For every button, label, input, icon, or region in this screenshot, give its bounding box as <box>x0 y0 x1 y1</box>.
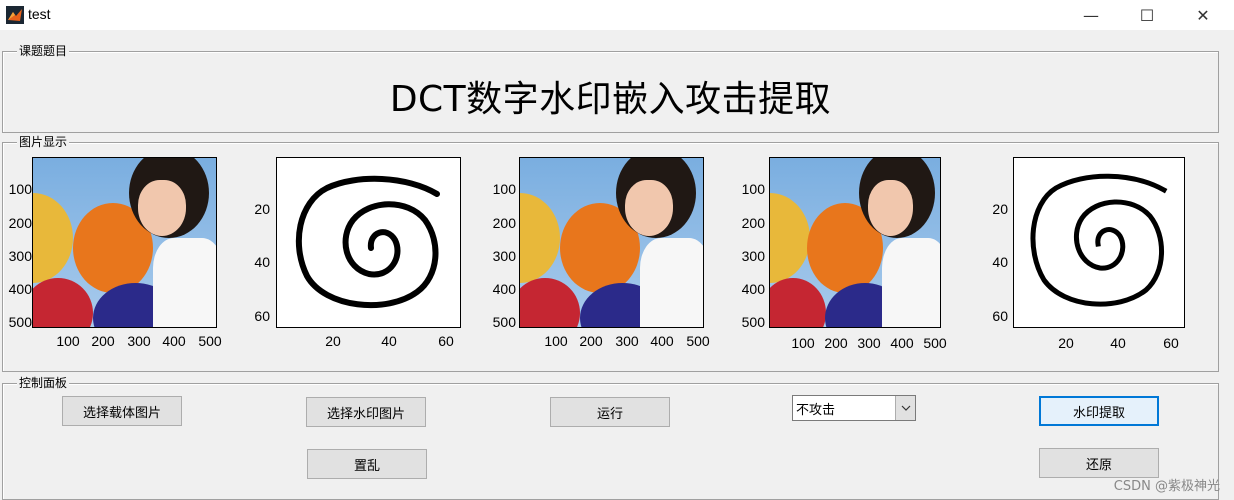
matlab-icon <box>6 6 24 24</box>
tick-label: 20 <box>254 201 270 217</box>
tick-label: 300 <box>127 333 151 349</box>
tick-label: 400 <box>890 335 914 351</box>
tick-label: 200 <box>741 215 765 231</box>
tick-label: 200 <box>91 333 115 349</box>
title-panel-label: 课题题目 <box>17 44 70 58</box>
extracted-watermark-axes <box>1013 157 1185 328</box>
tick-label: 20 <box>1058 335 1074 351</box>
tick-label: 400 <box>492 281 516 297</box>
spiral-watermark-image <box>295 175 440 309</box>
csdn-watermark: CSDN @紫极神光 <box>1113 479 1220 494</box>
tick-label: 100 <box>791 335 815 351</box>
images-panel-label: 图片显示 <box>17 135 70 149</box>
page-title: DCT数字水印嵌入攻击提取 <box>389 79 832 120</box>
watermark-image-axes <box>276 157 461 328</box>
minimize-button[interactable]: — <box>1068 0 1114 30</box>
spiral-extracted-image <box>1030 173 1168 307</box>
chevron-down-icon[interactable] <box>895 396 915 420</box>
tick-label: 60 <box>1163 335 1179 351</box>
tick-label: 200 <box>824 335 848 351</box>
tick-label: 60 <box>438 333 454 349</box>
attacked-image-axes <box>769 157 941 328</box>
carrier-image-axes <box>32 157 217 328</box>
tick-label: 100 <box>56 333 80 349</box>
attack-select-value: 不攻击 <box>796 402 836 418</box>
close-button[interactable]: ✕ <box>1180 0 1226 30</box>
tick-label: 200 <box>492 215 516 231</box>
tick-label: 300 <box>8 248 32 264</box>
attack-select[interactable]: 不攻击 <box>792 395 916 421</box>
tick-label: 500 <box>492 314 516 330</box>
tick-label: 100 <box>544 333 568 349</box>
tick-label: 40 <box>381 333 397 349</box>
tick-label: 500 <box>686 333 710 349</box>
tick-label: 500 <box>741 314 765 330</box>
tick-label: 60 <box>254 308 270 324</box>
restore-button[interactable]: 还原 <box>1039 448 1159 478</box>
tick-label: 200 <box>8 215 32 231</box>
tick-label: 100 <box>492 181 516 197</box>
window-titlebar: test — ☐ ✕ <box>0 0 1234 30</box>
tick-label: 300 <box>492 248 516 264</box>
tick-label: 400 <box>741 281 765 297</box>
title-panel: 课题题目 DCT数字水印嵌入攻击提取 <box>2 44 1219 133</box>
tick-label: 400 <box>8 281 32 297</box>
tick-label: 500 <box>198 333 222 349</box>
tick-label: 500 <box>923 335 947 351</box>
tick-label: 300 <box>857 335 881 351</box>
control-panel-label: 控制面板 <box>17 376 70 390</box>
tick-label: 300 <box>615 333 639 349</box>
tick-label: 300 <box>741 248 765 264</box>
run-button[interactable]: 运行 <box>550 397 670 427</box>
tick-label: 500 <box>8 314 32 330</box>
tick-label: 40 <box>992 254 1008 270</box>
tick-label: 60 <box>992 308 1008 324</box>
tick-label: 400 <box>162 333 186 349</box>
tick-label: 200 <box>579 333 603 349</box>
tick-label: 400 <box>650 333 674 349</box>
embedded-image-axes <box>519 157 704 328</box>
tick-label: 40 <box>254 254 270 270</box>
scramble-button[interactable]: 置乱 <box>307 449 427 479</box>
tick-label: 40 <box>1110 335 1126 351</box>
tick-label: 20 <box>992 201 1008 217</box>
extract-watermark-button[interactable]: 水印提取 <box>1039 396 1159 426</box>
tick-label: 100 <box>741 181 765 197</box>
select-carrier-button[interactable]: 选择载体图片 <box>62 396 182 426</box>
window-title: test <box>28 6 51 22</box>
tick-label: 20 <box>325 333 341 349</box>
tick-label: 100 <box>8 181 32 197</box>
select-watermark-button[interactable]: 选择水印图片 <box>306 397 426 427</box>
maximize-button[interactable]: ☐ <box>1124 0 1170 30</box>
